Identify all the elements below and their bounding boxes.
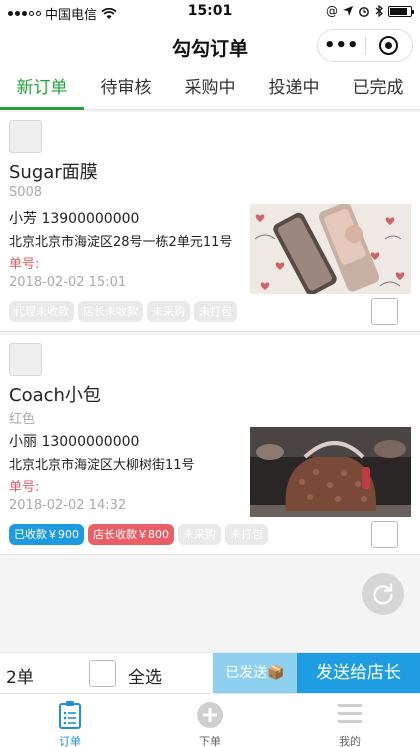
tag-not-packed: 未打包 bbox=[194, 301, 237, 322]
refresh-icon bbox=[373, 583, 393, 605]
close-program-button[interactable] bbox=[365, 36, 412, 55]
status-right: @ bbox=[326, 4, 414, 18]
location-arrow-icon bbox=[343, 6, 353, 16]
product-photo bbox=[250, 427, 411, 517]
product-name: Sugar面膜 bbox=[9, 162, 98, 183]
tab-delivering[interactable]: 投递中 bbox=[252, 68, 336, 109]
tabbar-label-orders: 订单 bbox=[59, 735, 81, 747]
selected-count: 2单 bbox=[6, 668, 34, 688]
menu-lines-icon bbox=[338, 704, 362, 723]
select-all-label[interactable]: 全选 bbox=[128, 663, 162, 688]
order-date: 2018-02-02 15:01 bbox=[9, 275, 127, 290]
tag-agent-unpaid: 代理未收款 bbox=[9, 301, 74, 322]
tag-manager-unpaid: 店长未收款 bbox=[78, 301, 143, 322]
tab-purchasing[interactable]: 采购中 bbox=[168, 68, 252, 109]
nav-bar: 勾勾订单 ••• bbox=[0, 24, 420, 68]
order-date: 2018-02-02 14:32 bbox=[9, 498, 127, 513]
bottom-tab-bar: 订单 下单 我的 bbox=[0, 693, 420, 747]
order-card[interactable]: Coach小包 红色 小丽 13000000000 北京北京市海淀区大柳树街11… bbox=[0, 335, 420, 555]
mini-program-capsule: ••• bbox=[317, 29, 413, 62]
sent-button[interactable]: 已发送📦 bbox=[213, 653, 297, 694]
tabbar-item-place-order[interactable]: 下单 bbox=[140, 694, 280, 747]
more-button[interactable]: ••• bbox=[318, 35, 365, 56]
send-to-manager-button[interactable]: 发送给店长 bbox=[297, 653, 420, 694]
bluetooth-icon bbox=[375, 5, 383, 17]
tag-not-purchased: 未采购 bbox=[178, 524, 221, 545]
order-number-label: 单号: bbox=[9, 257, 40, 272]
customer-address: 北京北京市海淀区大柳树街11号 bbox=[9, 458, 195, 473]
refresh-button[interactable] bbox=[362, 573, 404, 615]
alarm-icon bbox=[359, 7, 369, 17]
tag-not-packed: 未打包 bbox=[225, 524, 268, 545]
order-select-checkbox[interactable] bbox=[371, 521, 398, 548]
status-bar: 中国电信 15:01 @ bbox=[0, 0, 420, 24]
customer-contact: 小芳 13900000000 bbox=[9, 211, 140, 227]
order-select-checkbox[interactable] bbox=[371, 298, 398, 325]
tag-not-purchased: 未采购 bbox=[147, 301, 190, 322]
bulk-action-bar: 2单 全选 已发送📦 发送给店长 bbox=[0, 652, 420, 694]
product-name: Coach小包 bbox=[9, 385, 101, 406]
tabbar-item-mine[interactable]: 我的 bbox=[280, 694, 420, 747]
product-spec: 红色 bbox=[9, 412, 36, 427]
order-tags: 已收款￥900 店长收款￥800 未采购 未打包 bbox=[9, 524, 268, 545]
battery-icon bbox=[388, 5, 414, 17]
order-card[interactable]: Sugar面膜 S008 小芳 13900000000 北京北京市海淀区28号一… bbox=[0, 112, 420, 332]
tabbar-item-orders[interactable]: 订单 bbox=[0, 694, 140, 747]
product-photo bbox=[250, 204, 411, 294]
order-tags: 代理未收款 店长未收款 未采购 未打包 bbox=[9, 301, 237, 322]
tag-paid-amount: 已收款￥900 bbox=[9, 524, 84, 545]
customer-contact: 小丽 13000000000 bbox=[9, 434, 140, 450]
clipboard-icon bbox=[59, 701, 81, 729]
order-thumbnail-placeholder bbox=[9, 343, 42, 376]
select-all-checkbox[interactable] bbox=[89, 660, 116, 687]
target-icon bbox=[379, 36, 399, 55]
order-status-tabs: 新订单 待审核 采购中 投递中 已完成 bbox=[0, 68, 420, 110]
tab-new-orders[interactable]: 新订单 bbox=[0, 68, 84, 110]
tabbar-label-mine: 我的 bbox=[339, 735, 361, 747]
order-thumbnail-placeholder bbox=[9, 120, 42, 153]
product-spec: S008 bbox=[9, 185, 43, 200]
order-number-label: 单号: bbox=[9, 480, 40, 495]
tab-completed[interactable]: 已完成 bbox=[336, 68, 420, 109]
plus-circle-icon bbox=[197, 702, 223, 728]
tag-manager-paid-amount: 店长收款￥800 bbox=[88, 524, 174, 545]
tabbar-label-place-order: 下单 bbox=[199, 735, 221, 747]
at-icon: @ bbox=[326, 4, 338, 18]
customer-address: 北京北京市海淀区28号一栋2单元11号 bbox=[9, 235, 233, 250]
tab-pending-review[interactable]: 待审核 bbox=[84, 68, 168, 109]
